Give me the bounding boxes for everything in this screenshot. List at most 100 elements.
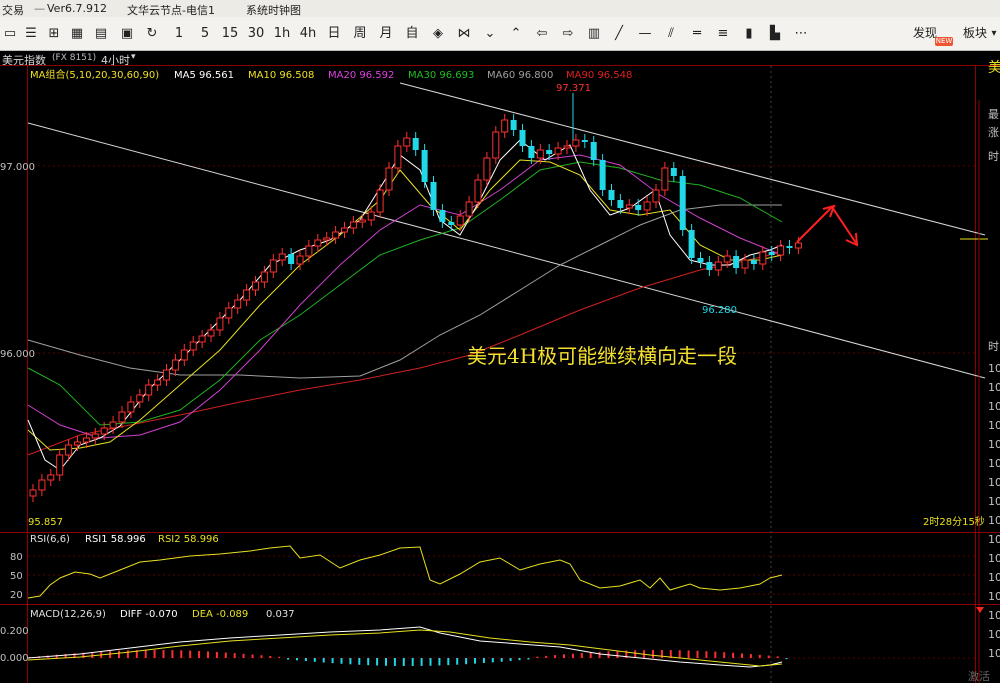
ma5-label: MA5 96.561 [174, 70, 234, 81]
candle-body [403, 137, 411, 147]
candle-body [661, 167, 669, 191]
period-4h[interactable]: 4h [298, 24, 318, 43]
bars-icon[interactable]: ▮ [740, 24, 758, 43]
period-15m[interactable]: 15 [220, 24, 240, 43]
left-arrow-icon[interactable]: ⇦ [533, 24, 551, 43]
candle-body [38, 479, 46, 491]
up-arrows-icon[interactable]: ⌃ [507, 24, 525, 43]
candle-body [768, 252, 775, 255]
right-tick: 10 [988, 514, 1000, 527]
macd-diff: DIFF -0.070 [120, 609, 178, 620]
candle-body [82, 437, 90, 443]
rsi-line [27, 545, 783, 599]
rsi-panel: RSI(6,6) RSI1 58.996 RSI2 58.996 80 50 2… [10, 534, 783, 601]
server-node[interactable]: 文华云节点-电信1 [127, 2, 215, 18]
candle-body [723, 255, 731, 263]
period-1m[interactable]: 1 [170, 24, 188, 43]
right-arrow-icon[interactable]: ⇨ [559, 24, 577, 43]
period-week[interactable]: 周 [351, 24, 369, 43]
ma10-label: MA10 96.508 [248, 70, 314, 81]
candle-body [563, 145, 571, 149]
candle-body [189, 341, 197, 351]
down-arrows-icon[interactable]: ⌄ [481, 24, 499, 43]
price-tick-low: 96.000 [0, 349, 35, 360]
period-custom[interactable]: 自 [403, 24, 421, 43]
channel-icon[interactable]: ⫽ [662, 24, 680, 43]
refresh-icon[interactable]: ↻ [143, 24, 161, 43]
chart-icon[interactable]: ⊞ [45, 24, 63, 43]
candle-body [145, 384, 153, 396]
app-title: 交易 [2, 4, 24, 17]
more-icon[interactable]: ⋯ [792, 24, 810, 43]
macd-dea: DEA -0.089 [192, 609, 248, 620]
title-bar: 交易 — Ver6.7.912 文华云节点-电信1 系统时钟图 [0, 0, 1000, 17]
start-label: 95.857 [28, 517, 63, 528]
candle-body [643, 201, 651, 211]
candle-body [385, 167, 393, 191]
window-icon[interactable]: ▭ [2, 24, 18, 43]
toolbar: ▭ ☰ ⊞ ▦ ▤ ▣ ↻ 1 5 15 30 1h 4h 日 周 月 自 ◈ … [0, 17, 1000, 51]
rsi1-value: RSI1 58.996 [85, 534, 146, 545]
candle-body [207, 329, 215, 337]
save-icon[interactable]: ▣ [118, 24, 136, 43]
sector-button[interactable]: 板块 [962, 24, 988, 43]
hline-icon[interactable]: — [636, 24, 654, 43]
candle-body [590, 142, 597, 160]
candle-body [180, 349, 188, 361]
candle-body [483, 157, 491, 181]
parallel-icon[interactable]: ═ [688, 24, 706, 43]
candle-body [100, 427, 108, 435]
right-strip: 美 最 涨 时 时 101010101010101010101010101010… [968, 60, 1000, 683]
candle-body [234, 299, 242, 309]
system-clock-link[interactable]: 系统时钟图 [246, 2, 301, 18]
layout-icon[interactable]: ▥ [585, 24, 603, 43]
candle-body [74, 441, 81, 446]
candle-body [65, 444, 73, 456]
analysis-annotation: 美元4H极可能继续横向走一段 [467, 344, 738, 368]
grid-icon[interactable]: ▤ [92, 24, 110, 43]
candle-body [56, 454, 64, 476]
grid-lines [28, 165, 975, 659]
trendline-icon[interactable]: ╱ [610, 24, 628, 43]
candle-body [448, 222, 455, 225]
list-icon[interactable]: ☰ [22, 24, 40, 43]
candle-body [714, 261, 722, 271]
table-icon[interactable]: ▦ [68, 24, 86, 43]
right-tick: 10 [988, 609, 1000, 622]
candle-body [216, 317, 224, 331]
candle-body [652, 189, 660, 203]
candle-body [456, 215, 464, 226]
period-30m[interactable]: 30 [246, 24, 266, 43]
period-5m[interactable]: 5 [196, 24, 214, 43]
collapse-icon[interactable]: ⋈ [455, 24, 473, 43]
candle-body [439, 210, 446, 222]
diamond-icon[interactable]: ◈ [429, 24, 447, 43]
price-tick-high: 97.000 [0, 162, 35, 173]
right-tick: 10 [988, 438, 1000, 451]
dropdown-icon[interactable]: ▾ [988, 24, 1000, 43]
candle-body [733, 256, 740, 268]
volume-icon[interactable]: ▙ [766, 24, 784, 43]
candle-body [288, 254, 295, 264]
ma20-label: MA20 96.592 [328, 70, 394, 81]
right-tick: 10 [988, 628, 1000, 641]
rsi-title: RSI(6,6) [30, 534, 70, 545]
right-tick: 10 [988, 495, 1000, 508]
minimize-mark: — [34, 2, 45, 15]
ma-legend: MA组合(5,10,20,30,60,90) MA5 96.561 MA10 9… [30, 68, 632, 81]
candle-body [706, 262, 713, 270]
period-1h[interactable]: 1h [272, 24, 292, 43]
candle-body [154, 379, 162, 386]
ma5-line [27, 139, 783, 471]
period-day[interactable]: 日 [325, 24, 343, 43]
right-tick: 10 [988, 552, 1000, 565]
candle-body [599, 160, 606, 190]
right-tick: 10 [988, 400, 1000, 413]
right-tick: 10 [988, 533, 1000, 546]
panel-frames [0, 65, 1000, 683]
candle-body [127, 401, 135, 413]
ma60-label: MA60 96.800 [487, 70, 553, 81]
fib-icon[interactable]: ≡ [714, 24, 732, 43]
candle-body [269, 259, 277, 273]
period-month[interactable]: 月 [377, 24, 395, 43]
